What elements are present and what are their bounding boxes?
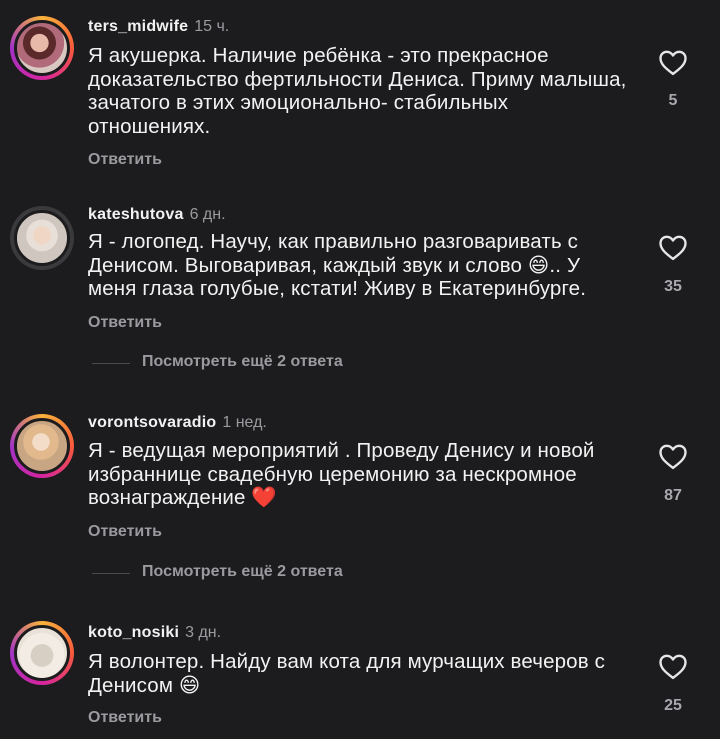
- avatar-photo: [14, 210, 70, 266]
- heart-outline-icon: [659, 654, 687, 680]
- heart-outline-icon: [659, 235, 687, 261]
- avatar[interactable]: [10, 206, 74, 270]
- like-count: 5: [668, 92, 678, 109]
- reply-button[interactable]: Ответить: [88, 314, 162, 332]
- timestamp: 15 ч.: [194, 18, 230, 35]
- comment-text: Я - логопед. Научу, как правильно разгов…: [88, 230, 587, 300]
- like-button[interactable]: [658, 233, 690, 263]
- comment-meta: ters_midwife 15 ч.: [88, 18, 229, 36]
- timestamp: 3 дн.: [185, 624, 222, 641]
- reply-button[interactable]: Ответить: [88, 709, 162, 727]
- like-count: 35: [664, 278, 682, 295]
- username[interactable]: ters_midwife: [88, 18, 188, 35]
- username[interactable]: vorontsovaradio: [88, 414, 216, 431]
- like-button[interactable]: [658, 48, 690, 78]
- avatar-photo: [14, 625, 70, 681]
- avatar-photo: [14, 20, 70, 76]
- username[interactable]: kateshutova: [88, 206, 184, 223]
- comment-text: Я - ведущая мероприятий . Проведу Денису…: [88, 439, 595, 509]
- like-button[interactable]: [658, 442, 690, 472]
- comment-text: Я волонтер. Найду вам кота для мурчащих …: [88, 650, 606, 697]
- comment-meta: vorontsovaradio 1 нед.: [88, 414, 267, 432]
- view-more-replies-label: Посмотреть ещё 2 ответа: [142, 353, 343, 370]
- username[interactable]: koto_nosiki: [88, 624, 179, 641]
- timestamp: 6 дн.: [189, 206, 226, 223]
- like-count: 25: [664, 697, 682, 714]
- comment-text: Я акушерка. Наличие ребёнка - это прекра…: [88, 44, 627, 138]
- comment-meta: koto_nosiki 3 дн.: [88, 624, 221, 642]
- reply-button[interactable]: Ответить: [88, 523, 162, 541]
- divider: [92, 573, 130, 574]
- avatar[interactable]: [10, 621, 74, 685]
- avatar[interactable]: [10, 16, 74, 80]
- divider: [92, 363, 130, 364]
- view-more-replies-label: Посмотреть ещё 2 ответа: [142, 563, 343, 580]
- avatar[interactable]: [10, 414, 74, 478]
- avatar-photo: [14, 418, 70, 474]
- heart-outline-icon: [659, 50, 687, 76]
- like-count: 87: [664, 487, 682, 504]
- reply-button[interactable]: Ответить: [88, 151, 162, 169]
- comment-meta: kateshutova 6 дн.: [88, 206, 226, 224]
- like-button[interactable]: [658, 652, 690, 682]
- timestamp: 1 нед.: [222, 414, 267, 431]
- heart-outline-icon: [659, 444, 687, 470]
